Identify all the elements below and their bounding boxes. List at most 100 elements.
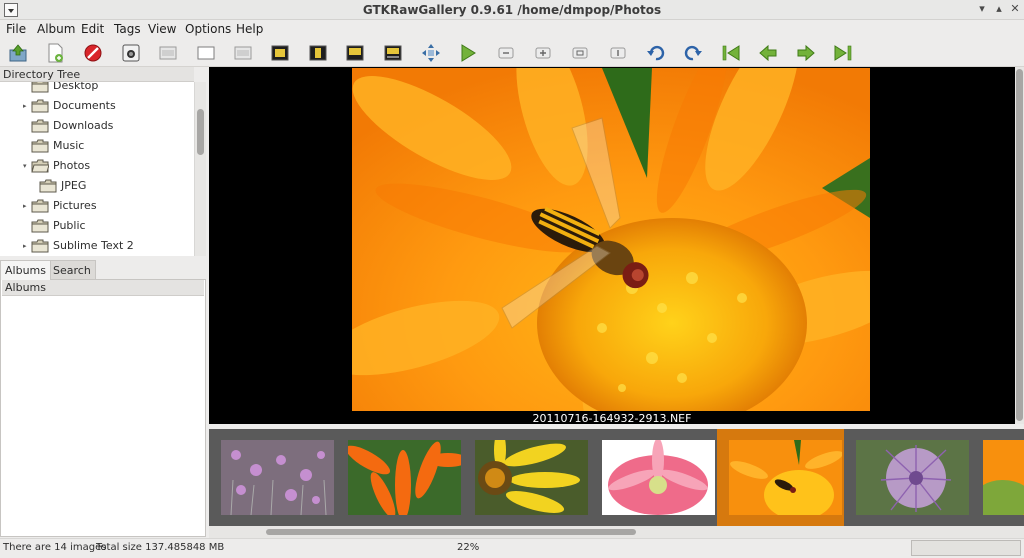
- fit-window-icon[interactable]: [420, 42, 442, 64]
- hoverfly-orange-flower-thumb[interactable]: [729, 440, 842, 515]
- stop-icon[interactable]: [82, 42, 104, 64]
- layout-2-icon[interactable]: [195, 42, 217, 64]
- pink-flowers-thumb[interactable]: [221, 440, 334, 515]
- albums-column-header[interactable]: Albums: [2, 280, 204, 296]
- tree-item-label: Documents: [53, 99, 116, 112]
- expander-icon[interactable]: ▸: [23, 196, 31, 216]
- screenshot-icon[interactable]: [120, 42, 142, 64]
- tab-albums[interactable]: Albums: [0, 260, 51, 280]
- tree-item-pictures[interactable]: ▸ Pictures: [0, 196, 194, 216]
- filmstrip[interactable]: [209, 429, 1024, 526]
- folder-icon: [31, 239, 49, 253]
- folder-icon: [31, 119, 49, 133]
- tree-item-jpeg[interactable]: JPEG: [0, 176, 194, 196]
- image-viewer[interactable]: 20110716-164932-2913.NEF: [209, 67, 1015, 425]
- directory-tree-header: Directory Tree: [0, 67, 194, 82]
- left-pane: Directory Tree Desktop ▸ Documents Downl…: [0, 67, 206, 537]
- zoom-in-icon[interactable]: [532, 42, 554, 64]
- menu-file[interactable]: File: [6, 22, 26, 36]
- menu-options[interactable]: Options: [185, 22, 231, 36]
- filmstrip-item[interactable]: [463, 429, 590, 526]
- layout-4-icon[interactable]: [269, 42, 291, 64]
- toolbar: [0, 39, 1024, 67]
- first-image-icon[interactable]: [720, 42, 742, 64]
- status-image-count: There are 14 images: [3, 542, 107, 553]
- close-icon[interactable]: ✕: [1008, 2, 1022, 16]
- minimize-icon[interactable]: ▾: [975, 2, 989, 16]
- folder-icon: [31, 199, 49, 213]
- yellow-daisy-thumb[interactable]: [475, 440, 588, 515]
- folder-icon: [31, 99, 49, 113]
- next-image-icon[interactable]: [795, 42, 817, 64]
- purple-thistle-thumb[interactable]: [856, 440, 969, 515]
- orange-petals-thumb[interactable]: [348, 440, 461, 515]
- previous-image-icon[interactable]: [757, 42, 779, 64]
- tree-item-label: Music: [53, 139, 85, 152]
- tree-item-desktop[interactable]: Desktop: [0, 82, 194, 96]
- tree-scrollbar-thumb[interactable]: [197, 109, 204, 155]
- rotate-right-icon[interactable]: [682, 42, 704, 64]
- menu-view[interactable]: View: [148, 22, 176, 36]
- albums-list[interactable]: Albums: [0, 279, 206, 537]
- maximize-icon[interactable]: ▴: [992, 2, 1006, 16]
- folder-icon: [39, 179, 57, 193]
- orange-partial-thumb[interactable]: [983, 440, 1024, 515]
- menu-edit[interactable]: Edit: [81, 22, 104, 36]
- zoom-fit-icon[interactable]: [569, 42, 591, 64]
- layout-5-icon[interactable]: [307, 42, 329, 64]
- filmstrip-item[interactable]: [844, 429, 971, 526]
- viewer-scrollbar-thumb[interactable]: [1016, 69, 1023, 421]
- viewer-scrollbar[interactable]: [1015, 67, 1024, 424]
- directory-tree[interactable]: Desktop ▸ Documents Downloads Music ▾ Ph…: [0, 82, 194, 256]
- image-caption: 20110716-164932-2913.NEF: [532, 412, 692, 425]
- tree-item-label: Desktop: [53, 82, 99, 92]
- tree-item-downloads[interactable]: Downloads: [0, 116, 194, 136]
- zoom-out-icon[interactable]: [495, 42, 517, 64]
- menu-album[interactable]: Album: [37, 22, 75, 36]
- tree-item-label: Public: [53, 219, 86, 232]
- layout-6-icon[interactable]: [344, 42, 366, 64]
- tree-item-label: Pictures: [53, 199, 97, 212]
- import-icon[interactable]: [7, 42, 29, 64]
- slideshow-play-icon[interactable]: [457, 42, 479, 64]
- tree-scrollbar[interactable]: [194, 82, 206, 256]
- tree-item-music[interactable]: Music: [0, 136, 194, 156]
- tree-item-label: Photos: [53, 159, 91, 172]
- layout-7-icon[interactable]: [382, 42, 404, 64]
- expander-icon[interactable]: ▸: [23, 236, 31, 256]
- status-zoom: 22%: [457, 542, 480, 553]
- last-image-icon[interactable]: [832, 42, 854, 64]
- window-title: GTKRawGallery 0.9.61 /home/dmpop/Photos: [362, 3, 662, 17]
- filmstrip-item[interactable]: [971, 429, 1024, 526]
- expander-icon[interactable]: ▾: [23, 156, 31, 176]
- zoom-100-icon[interactable]: [607, 42, 629, 64]
- tree-item-documents[interactable]: ▸ Documents: [0, 96, 194, 116]
- folder-open-icon: [31, 159, 49, 173]
- filmstrip-item[interactable]: [590, 429, 717, 526]
- layout-1-icon[interactable]: [157, 42, 179, 64]
- layout-3-icon[interactable]: [232, 42, 254, 64]
- filmstrip-scrollbar-thumb[interactable]: [266, 529, 636, 535]
- main-photo: [352, 68, 870, 411]
- tab-search[interactable]: Search: [48, 260, 96, 280]
- tree-item-label: JPEG: [61, 179, 87, 192]
- pink-gerbera-thumb[interactable]: [602, 440, 715, 515]
- menu-help[interactable]: Help: [236, 22, 263, 36]
- rotate-left-icon[interactable]: [645, 42, 667, 64]
- menu-tags[interactable]: Tags: [114, 22, 141, 36]
- tree-item-public[interactable]: Public: [0, 216, 194, 236]
- add-to-album-icon[interactable]: [44, 42, 66, 64]
- tree-item-sublime-text-2[interactable]: ▸ Sublime Text 2: [0, 236, 194, 256]
- status-total-size: Total size 137.485848 MB: [96, 542, 225, 553]
- filmstrip-item[interactable]: [209, 429, 336, 526]
- filmstrip-item-selected[interactable]: [717, 429, 844, 526]
- title-bar: GTKRawGallery 0.9.61 /home/dmpop/Photos …: [0, 0, 1024, 20]
- folder-icon: [31, 139, 49, 153]
- tree-item-photos[interactable]: ▾ Photos: [0, 156, 194, 176]
- progress-bar: [911, 540, 1021, 556]
- expander-icon[interactable]: ▸: [23, 96, 31, 116]
- left-tabs: Albums Search: [0, 260, 206, 280]
- filmstrip-item[interactable]: [336, 429, 463, 526]
- menu-bar: File Album Edit Tags View Options Help: [0, 20, 1024, 39]
- filmstrip-scrollbar[interactable]: [209, 526, 1024, 538]
